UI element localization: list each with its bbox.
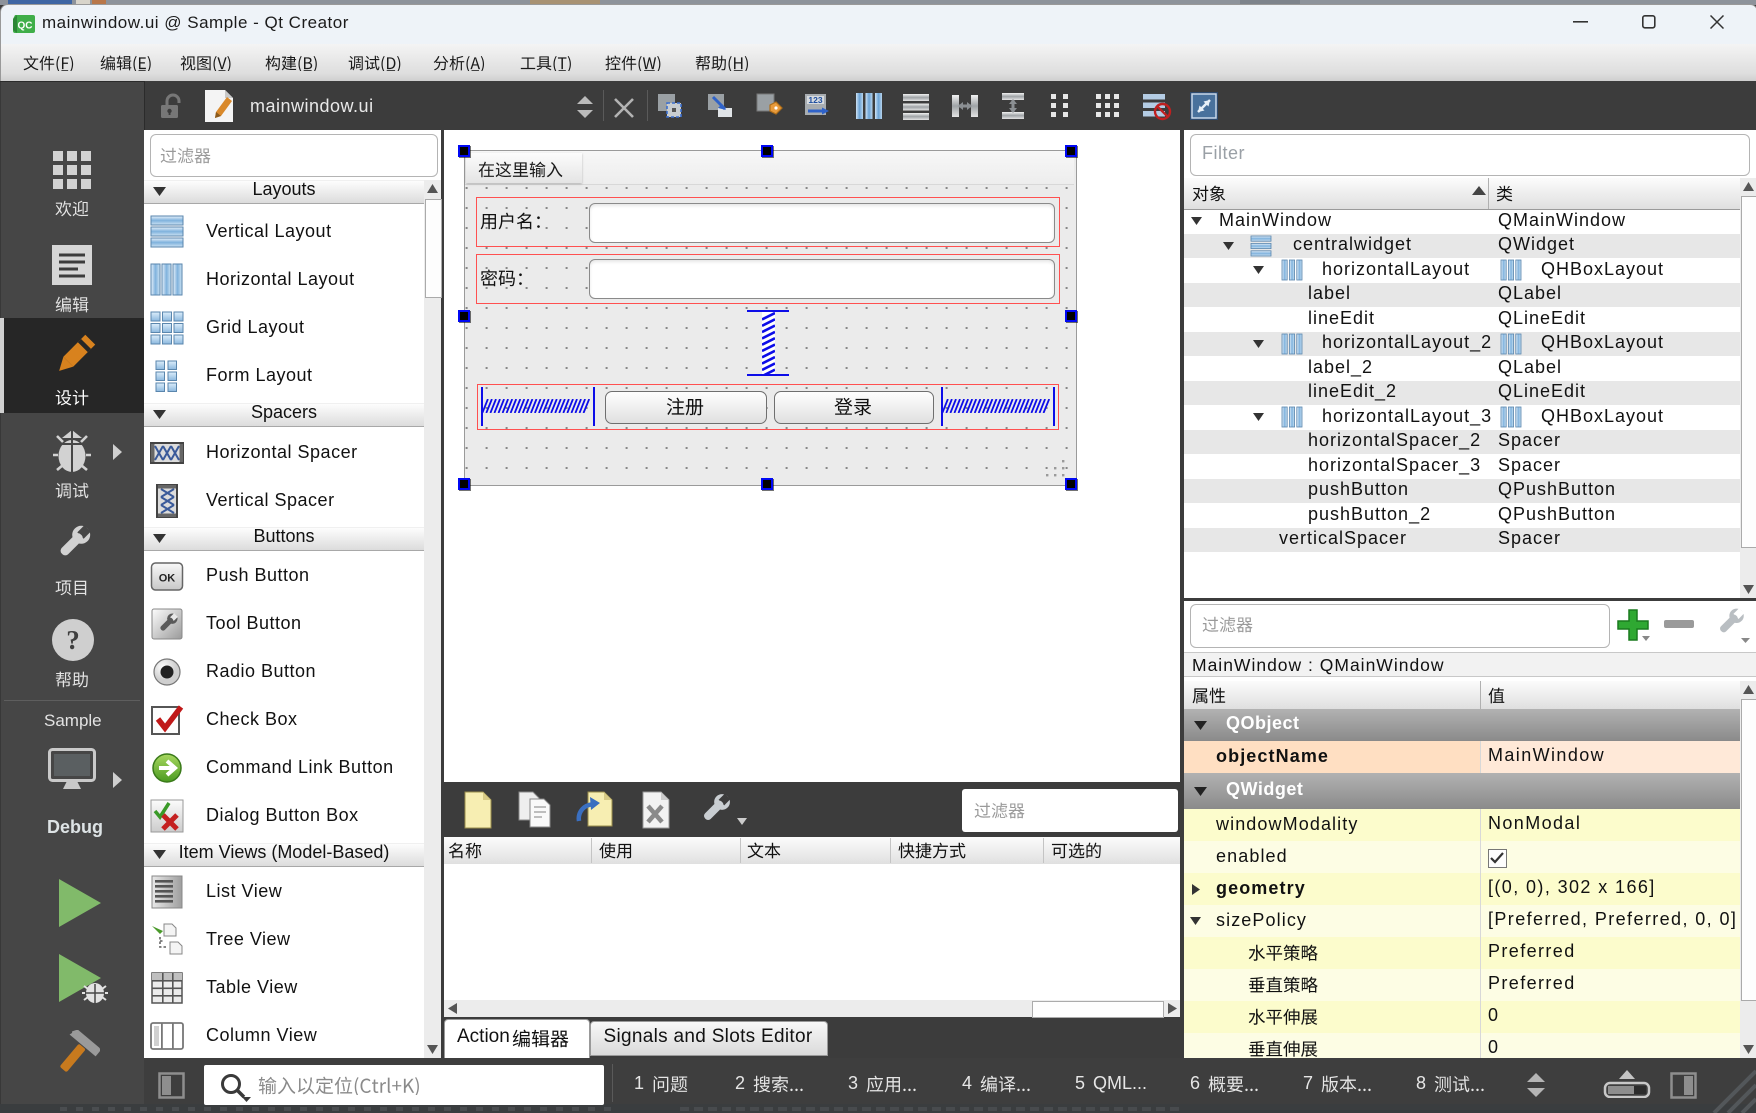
svg-text:123: 123 (808, 95, 822, 105)
svg-text:?: ? (66, 625, 80, 655)
svg-text:OK: OK (159, 573, 176, 585)
svg-text:QC: QC (18, 21, 33, 32)
